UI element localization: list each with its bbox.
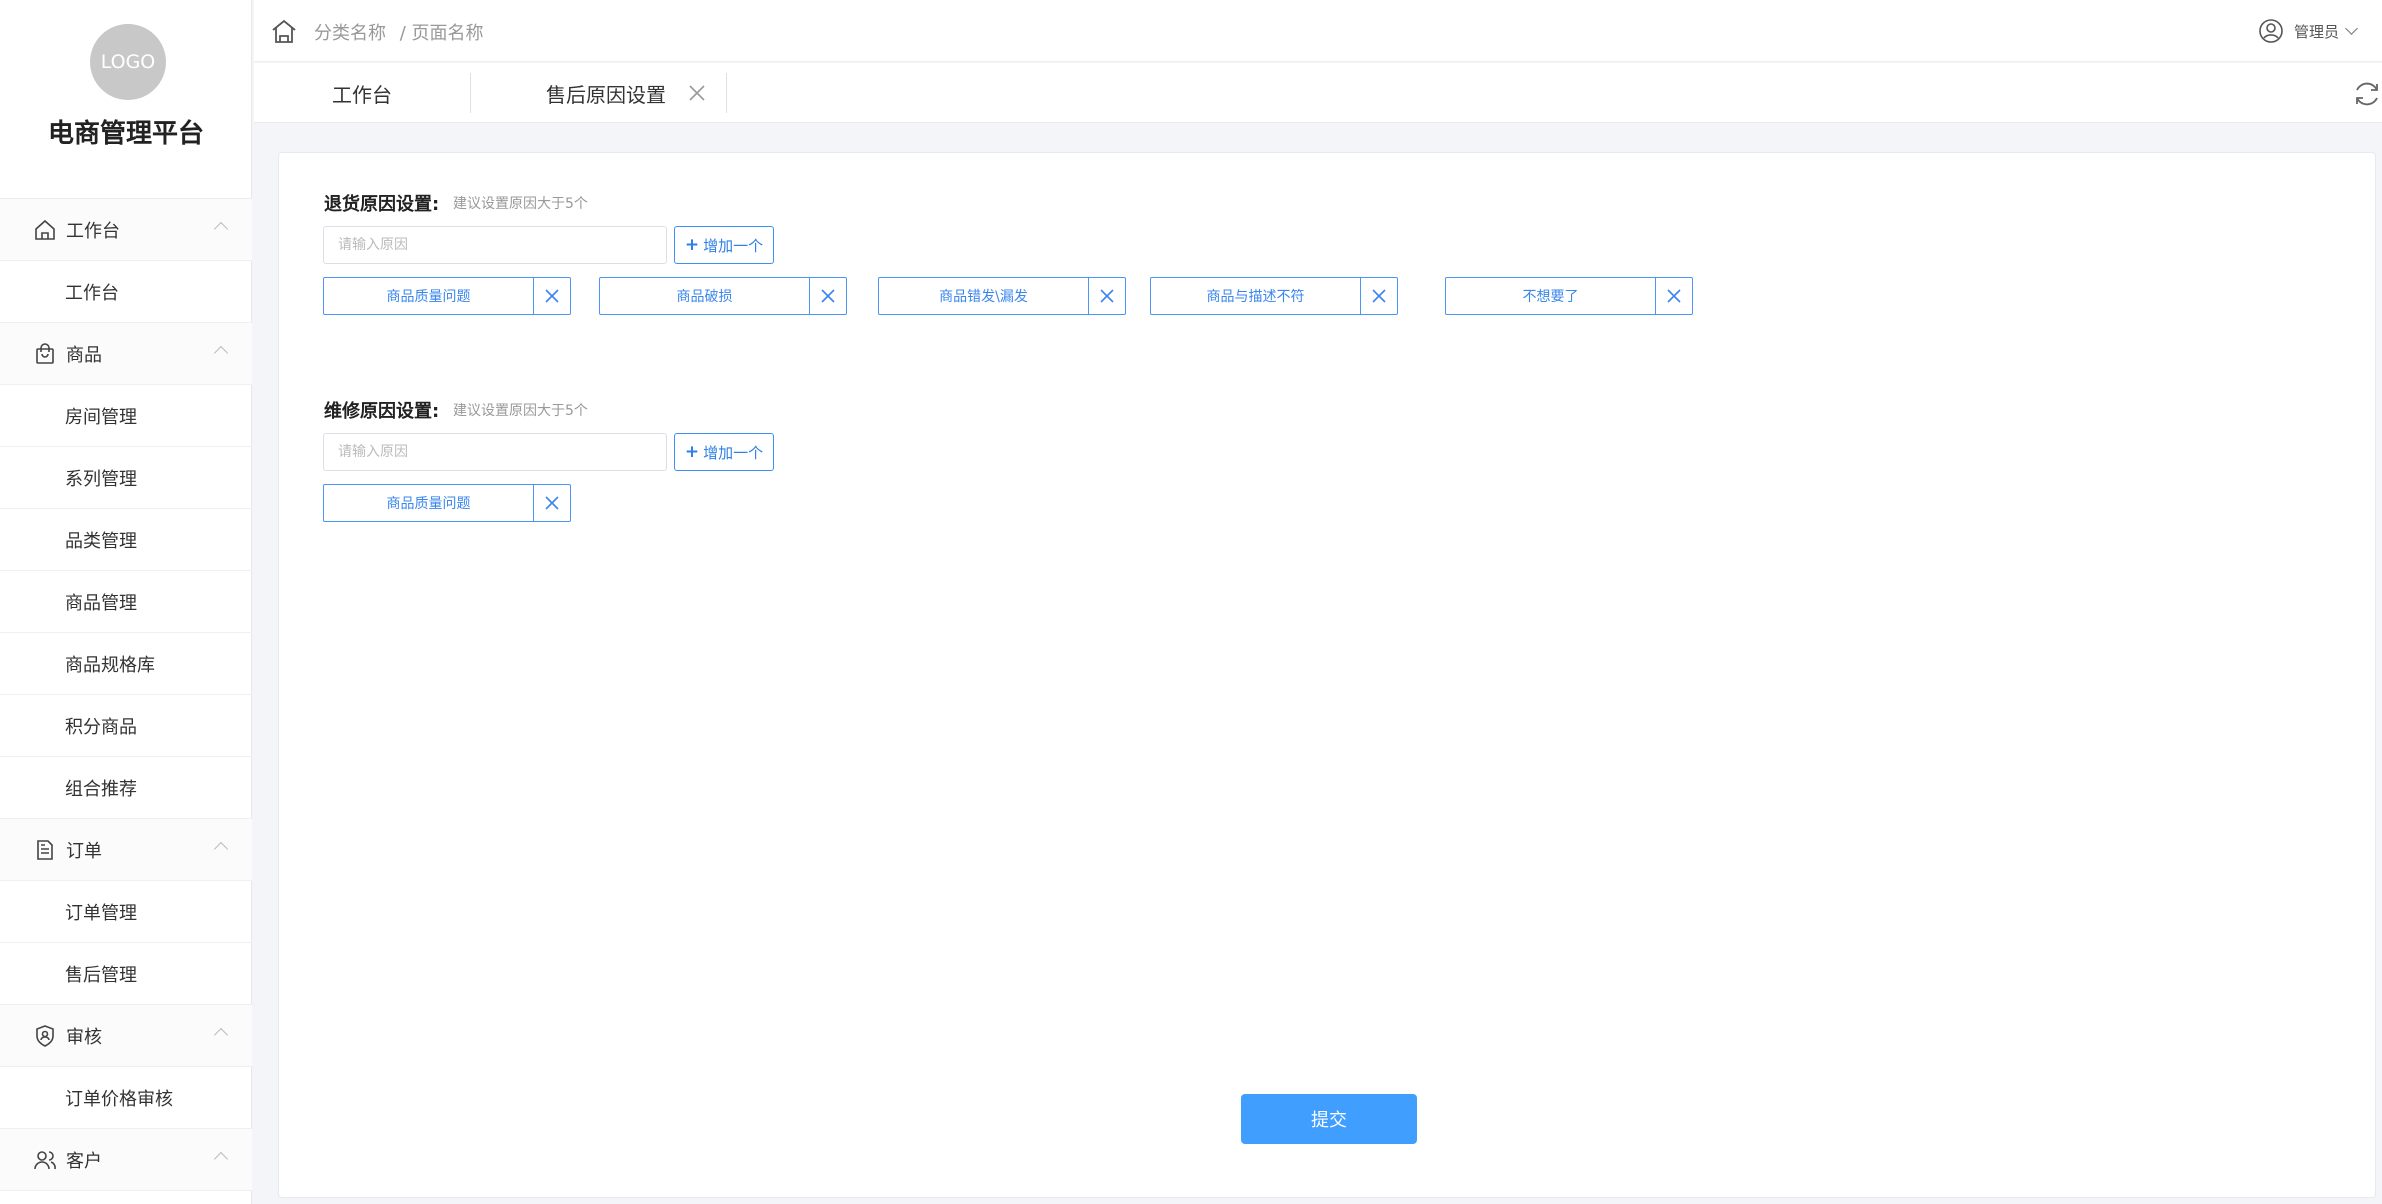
tab-bar: 工作台 售后原因设置 xyxy=(254,63,2382,123)
tab-divider xyxy=(470,73,471,113)
remove-tag-icon[interactable] xyxy=(534,278,570,314)
add-button-label: 增加一个 xyxy=(703,236,764,255)
chevron-down-icon xyxy=(2345,22,2358,35)
home-icon xyxy=(32,217,58,243)
tab-aftersale-reason[interactable]: 售后原因设置 xyxy=(518,73,694,113)
breadcrumb-page: / 页面名称 xyxy=(399,23,484,44)
return-tag: 商品错发\漏发 xyxy=(878,277,1126,315)
submit-button[interactable]: 提交 xyxy=(1241,1094,1417,1144)
tag-label: 商品质量问题 xyxy=(324,485,534,521)
sidebar-item-points[interactable]: 积分商品 xyxy=(0,695,252,757)
logo-area: LOGO 电商管理平台 xyxy=(0,0,251,198)
return-reason-input[interactable] xyxy=(323,226,667,264)
tab-workbench[interactable]: 工作台 xyxy=(254,73,470,113)
plus-icon: + xyxy=(684,442,700,462)
nav-group-label: 商品 xyxy=(66,344,102,366)
nav-group-customers[interactable]: 客户 xyxy=(0,1129,252,1191)
nav-group-review[interactable]: 审核 xyxy=(0,1005,252,1067)
return-tag: 不想要了 xyxy=(1445,277,1693,315)
plus-icon: + xyxy=(684,235,700,255)
nav-group-label: 工作台 xyxy=(66,220,120,242)
repair-reason-hint: 建议设置原因大于5个 xyxy=(453,403,588,419)
user-name: 管理员 xyxy=(2293,22,2339,41)
nav-group-label: 订单 xyxy=(66,840,102,862)
nav-group-goods[interactable]: 商品 xyxy=(0,323,252,385)
nav-group-orders[interactable]: 订单 xyxy=(0,819,252,881)
chevron-up-icon xyxy=(213,841,229,857)
return-reason-hint: 建议设置原因大于5个 xyxy=(453,196,588,212)
home-icon[interactable] xyxy=(270,18,298,44)
sidebar-item-room[interactable]: 房间管理 xyxy=(0,385,252,447)
return-add-button[interactable]: + 增加一个 xyxy=(674,226,774,264)
breadcrumb: 分类名称 / 页面名称 xyxy=(314,19,492,45)
remove-tag-icon[interactable] xyxy=(534,485,570,521)
repair-reason-input[interactable] xyxy=(323,433,667,471)
chevron-up-icon xyxy=(213,1027,229,1043)
chevron-up-icon xyxy=(213,221,229,237)
remove-tag-icon[interactable] xyxy=(1656,278,1692,314)
return-reason-title: 退货原因设置: xyxy=(324,194,440,215)
user-avatar-icon xyxy=(2258,18,2284,44)
return-tag: 商品质量问题 xyxy=(323,277,571,315)
sidebar-item-price-review[interactable]: 订单价格审核 xyxy=(0,1067,252,1129)
repair-add-button[interactable]: + 增加一个 xyxy=(674,433,774,471)
shopping-bag-icon xyxy=(32,341,58,367)
nav-group-label: 审核 xyxy=(66,1026,102,1048)
tag-label: 商品错发\漏发 xyxy=(879,278,1089,314)
remove-tag-icon[interactable] xyxy=(1361,278,1397,314)
sidebar-item-workbench[interactable]: 工作台 xyxy=(0,261,252,323)
sidebar-item-spec[interactable]: 商品规格库 xyxy=(0,633,252,695)
add-button-label: 增加一个 xyxy=(703,443,764,462)
tag-label: 商品破损 xyxy=(600,278,810,314)
remove-tag-icon[interactable] xyxy=(810,278,846,314)
sidebar-item-goods[interactable]: 商品管理 xyxy=(0,571,252,633)
sidebar-item-order-manage[interactable]: 订单管理 xyxy=(0,881,252,943)
main-card: 退货原因设置: 建议设置原因大于5个 + 增加一个 商品质量问题 商品破损 商品… xyxy=(278,152,2376,1198)
nav-group-label: 客户 xyxy=(66,1150,102,1172)
sidebar: LOGO 电商管理平台 工作台 工作台 商品 房间管理 系列管理 品类管理 商品… xyxy=(0,0,252,1204)
close-icon[interactable] xyxy=(688,84,706,102)
remove-tag-icon[interactable] xyxy=(1089,278,1125,314)
tab-divider xyxy=(726,73,727,113)
sidebar-item-series[interactable]: 系列管理 xyxy=(0,447,252,509)
nav-group-workbench[interactable]: 工作台 xyxy=(0,199,252,261)
sidebar-item-aftersale[interactable]: 售后管理 xyxy=(0,943,252,1005)
sidebar-item-combo[interactable]: 组合推荐 xyxy=(0,757,252,819)
shield-user-icon xyxy=(32,1023,58,1049)
top-header: 分类名称 / 页面名称 管理员 xyxy=(254,0,2382,62)
chevron-up-icon xyxy=(213,1151,229,1167)
sidebar-item-category[interactable]: 品类管理 xyxy=(0,509,252,571)
chevron-up-icon xyxy=(213,345,229,361)
return-tag: 商品与描述不符 xyxy=(1150,277,1398,315)
document-icon xyxy=(32,837,58,863)
user-menu[interactable]: 管理员 xyxy=(2258,18,2358,44)
tag-label: 不想要了 xyxy=(1446,278,1656,314)
tag-label: 商品与描述不符 xyxy=(1151,278,1361,314)
refresh-icon[interactable] xyxy=(2352,79,2382,109)
users-icon xyxy=(32,1147,58,1173)
tag-label: 商品质量问题 xyxy=(324,278,534,314)
breadcrumb-category[interactable]: 分类名称 xyxy=(314,23,386,44)
repair-reason-title: 维修原因设置: xyxy=(324,401,440,422)
return-tag: 商品破损 xyxy=(599,277,847,315)
sidebar-nav: 工作台 工作台 商品 房间管理 系列管理 品类管理 商品管理 商品规格库 积分商… xyxy=(0,198,252,1191)
repair-tag: 商品质量问题 xyxy=(323,484,571,522)
logo: LOGO xyxy=(90,24,166,100)
brand-title: 电商管理平台 xyxy=(47,119,204,149)
